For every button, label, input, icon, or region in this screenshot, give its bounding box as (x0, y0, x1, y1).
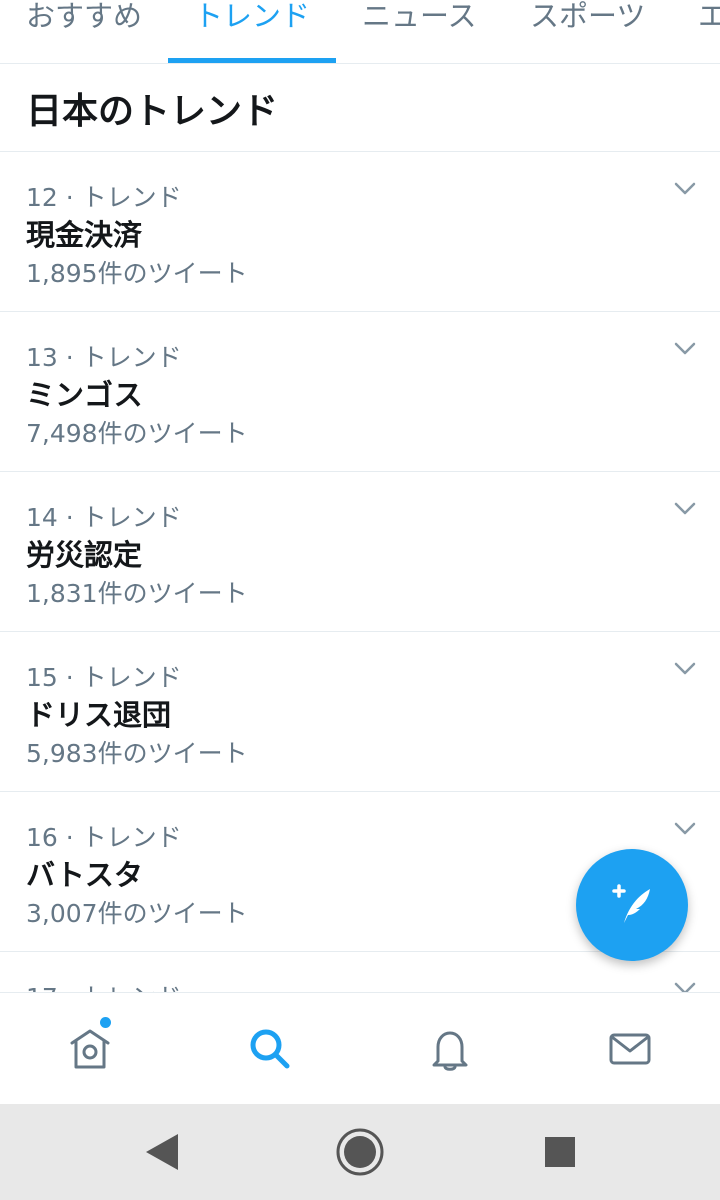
tab-recommended[interactable]: おすすめ (26, 0, 142, 63)
active-tab-indicator (168, 58, 336, 63)
trend-name: ドリス退団 (26, 698, 172, 732)
chevron-down-icon[interactable] (674, 182, 696, 196)
trend-tweet-count: 5,983件のツイート (26, 739, 248, 768)
bell-icon (432, 1031, 468, 1071)
trend-rank: 17 · トレンド (26, 978, 182, 992)
trend-rank: 15 · トレンド (26, 663, 182, 692)
back-icon[interactable] (138, 1124, 194, 1180)
home-circle-icon[interactable] (332, 1124, 388, 1180)
chevron-down-icon[interactable] (674, 342, 696, 356)
chevron-down-icon[interactable] (674, 982, 696, 992)
trend-item[interactable]: 12 · トレンド 現金決済 1,895件のツイート (0, 152, 720, 312)
trend-rank: 13 · トレンド (26, 343, 182, 372)
bottom-navigation (0, 992, 720, 1104)
trend-tweet-count: 7,498件のツイート (26, 419, 248, 448)
section-header: 日本のトレンド (0, 64, 720, 152)
trend-item[interactable]: 15 · トレンド ドリス退団 5,983件のツイート (0, 632, 720, 792)
tab-news[interactable]: ニュース (362, 0, 477, 63)
trend-rank: 14 · トレンド (26, 503, 182, 532)
search-icon (250, 1029, 290, 1069)
home-icon (70, 1029, 110, 1069)
trend-item[interactable]: 13 · トレンド ミンゴス 7,498件のツイート (0, 312, 720, 472)
trend-rank: 12 · トレンド (26, 183, 182, 212)
section-title: 日本のトレンド (26, 91, 279, 132)
trend-name: 労災認定 (26, 538, 143, 572)
trend-tweet-count: 3,007件のツイート (26, 899, 248, 928)
trend-tweet-count: 1,831件のツイート (26, 579, 248, 608)
trend-item[interactable]: 14 · トレンド 労災認定 1,831件のツイート (0, 472, 720, 632)
trend-name: ミンゴス (26, 378, 143, 412)
chevron-down-icon[interactable] (674, 502, 696, 516)
nav-messages[interactable] (540, 993, 720, 1105)
tab-sports[interactable]: スポーツ (530, 0, 645, 63)
trend-item[interactable]: 17 · トレンド (0, 952, 720, 992)
notification-dot (100, 1017, 111, 1028)
nav-search[interactable] (180, 993, 360, 1105)
trend-name: 現金決済 (26, 218, 143, 252)
compose-tweet-icon (612, 884, 650, 923)
trend-tweet-count: 1,895件のツイート (26, 259, 248, 288)
compose-tweet-button[interactable] (576, 849, 688, 961)
chevron-down-icon[interactable] (674, 822, 696, 836)
trend-rank: 16 · トレンド (26, 823, 182, 852)
nav-home[interactable] (0, 993, 180, 1105)
recents-icon[interactable] (532, 1124, 588, 1180)
mail-icon (609, 1033, 651, 1065)
chevron-down-icon[interactable] (674, 662, 696, 676)
top-tab-bar: おすすめ トレンド ニュース スポーツ エ (0, 0, 720, 64)
tab-trends[interactable]: トレンド (194, 0, 310, 63)
trend-name: バトスタ (26, 858, 143, 892)
system-navigation-bar (0, 1104, 720, 1200)
nav-notifications[interactable] (360, 993, 540, 1105)
tab-entertainment[interactable]: エ (698, 0, 720, 63)
